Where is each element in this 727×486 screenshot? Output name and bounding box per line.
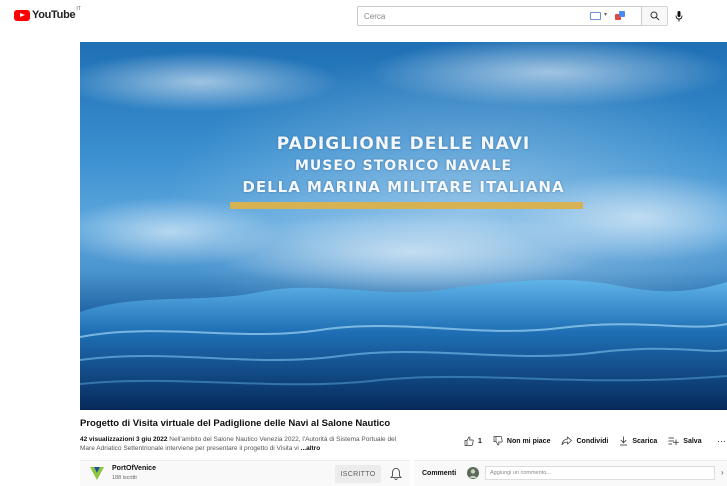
share-button[interactable]: Condividi bbox=[561, 436, 608, 446]
search-button[interactable] bbox=[642, 6, 668, 26]
search-input[interactable] bbox=[358, 11, 578, 21]
save-label: Salva bbox=[683, 437, 702, 445]
notification-bell-icon[interactable] bbox=[390, 467, 402, 481]
channel-name[interactable]: PortOfVenice bbox=[112, 465, 156, 472]
thumbs-down-icon bbox=[493, 436, 503, 446]
like-count: 1 bbox=[478, 437, 482, 445]
add-to-playlist-icon bbox=[668, 437, 679, 445]
video-actions: 1 Non mi piace Condividi Scarica Salva bbox=[464, 436, 713, 446]
video-description[interactable]: 42 visualizzazioni 3 giu 2022 Nell'ambit… bbox=[80, 435, 410, 453]
more-actions-icon[interactable]: ··· bbox=[717, 436, 726, 446]
download-label: Scarica bbox=[632, 437, 658, 445]
voice-search-button[interactable] bbox=[670, 7, 688, 25]
subscribed-button[interactable]: ISCRITTO bbox=[335, 465, 381, 483]
user-avatar bbox=[467, 467, 479, 479]
microphone-icon bbox=[675, 10, 683, 21]
top-bar: YouTube IT ▾ bbox=[0, 0, 727, 30]
video-player[interactable]: PADIGLIONE DELLE NAVI MUSEO STORICO NAVA… bbox=[80, 42, 727, 410]
chevron-right-icon[interactable]: › bbox=[721, 468, 724, 477]
translate-icon[interactable] bbox=[614, 10, 626, 22]
search-icon bbox=[650, 11, 659, 21]
channel-avatar[interactable] bbox=[90, 467, 104, 480]
dislike-button[interactable]: Non mi piace bbox=[493, 436, 551, 446]
subscriber-count: 188 iscritti bbox=[112, 475, 137, 481]
comments-label[interactable]: Commenti bbox=[422, 470, 456, 477]
search-box[interactable]: ▾ bbox=[357, 6, 642, 26]
save-button[interactable]: Salva bbox=[668, 436, 702, 446]
youtube-logo-icon bbox=[14, 9, 30, 21]
channel-row: PortOfVenice 188 iscritti ISCRITTO bbox=[80, 460, 410, 486]
thumbs-up-icon bbox=[464, 436, 474, 446]
youtube-logo[interactable]: YouTube IT bbox=[14, 6, 81, 21]
video-overlay-line-2: MUSEO STORICO NAVALE bbox=[294, 158, 513, 174]
download-button[interactable]: Scarica bbox=[619, 436, 657, 446]
comments-row: Commenti Aggiungi un commento... › bbox=[414, 460, 727, 486]
like-button[interactable]: 1 bbox=[464, 436, 482, 446]
keyboard-icon[interactable] bbox=[590, 12, 601, 20]
keyboard-dropdown-icon[interactable]: ▾ bbox=[604, 11, 607, 18]
view-count: 42 visualizzazioni bbox=[80, 436, 135, 443]
show-more-link[interactable]: ...altro bbox=[301, 445, 321, 452]
logo-region: IT bbox=[76, 6, 81, 12]
video-overlay-line-1: PADIGLIONE DELLE NAVI bbox=[276, 134, 531, 154]
logo-text: YouTube bbox=[32, 9, 76, 21]
share-label: Condividi bbox=[576, 437, 609, 445]
gold-accent-bar bbox=[230, 202, 583, 209]
dislike-label: Non mi piace bbox=[506, 437, 551, 445]
download-icon bbox=[620, 436, 628, 446]
video-title: Progetto di Visita virtuale del Padiglio… bbox=[80, 418, 391, 429]
publish-date: 3 giu 2022 bbox=[136, 436, 168, 443]
video-overlay-line-3: DELLA MARINA MILITARE ITALIANA bbox=[242, 178, 565, 196]
comment-input[interactable]: Aggiungi un commento... bbox=[485, 466, 715, 480]
share-icon bbox=[561, 436, 573, 446]
video-frame-art bbox=[80, 42, 727, 410]
